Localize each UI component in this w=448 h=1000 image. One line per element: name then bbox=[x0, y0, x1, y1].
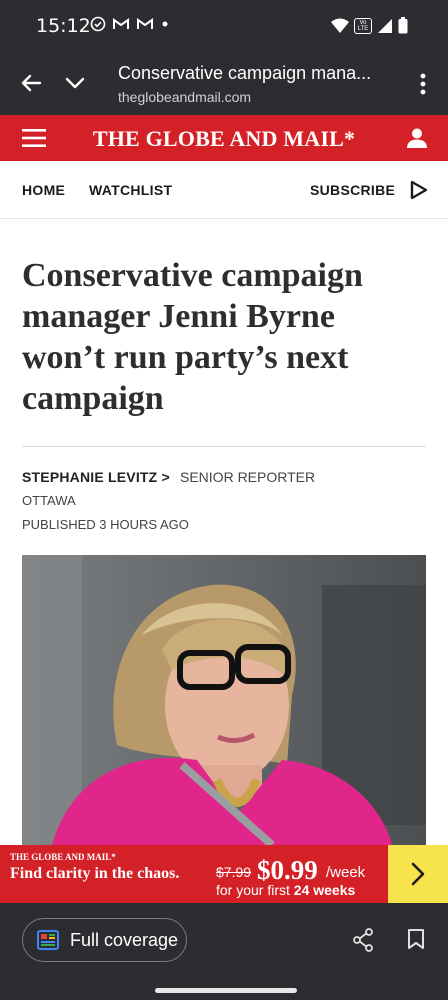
promo-period: /week bbox=[326, 864, 366, 881]
home-indicator[interactable] bbox=[155, 988, 297, 993]
nav-watchlist[interactable]: WATCHLIST bbox=[89, 182, 172, 198]
bottom-bar: Full coverage bbox=[0, 903, 448, 1000]
dot-icon bbox=[162, 21, 168, 27]
chevron-down-icon[interactable] bbox=[62, 70, 88, 96]
promo-brand: THE GLOBE AND MAIL* bbox=[10, 852, 116, 862]
gmail-icon bbox=[113, 18, 129, 29]
system-icons: Vo LTE bbox=[331, 17, 408, 34]
dateline-location: OTTAWA bbox=[22, 493, 76, 508]
promo-continue-button[interactable] bbox=[388, 845, 448, 903]
user-account-icon[interactable] bbox=[406, 127, 428, 149]
article-headline: Conservative campaign manager Jenni Byrn… bbox=[22, 257, 363, 417]
subscription-promo-banner[interactable]: THE GLOBE AND MAIL* Find clarity in the … bbox=[0, 845, 448, 903]
page-domain[interactable]: theglobeandmail.com bbox=[118, 89, 251, 105]
wifi-icon bbox=[331, 18, 349, 33]
nav-home[interactable]: HOME bbox=[22, 182, 65, 198]
browser-toolbar: Conservative campaign mana... theglobean… bbox=[0, 52, 448, 115]
published-time: PUBLISHED 3 HOURS AGO bbox=[22, 517, 189, 532]
more-options-icon[interactable] bbox=[418, 72, 428, 96]
volte-icon: Vo LTE bbox=[354, 17, 372, 34]
masthead-logo[interactable]: THE GLOBE AND MAIL* bbox=[0, 126, 448, 152]
gmail-icon bbox=[137, 18, 153, 29]
article-photo bbox=[22, 555, 426, 845]
signal-icon bbox=[378, 18, 392, 33]
check-circle-icon bbox=[90, 16, 106, 32]
play-audio-icon[interactable] bbox=[410, 180, 428, 200]
site-header: THE GLOBE AND MAIL* bbox=[0, 115, 448, 161]
notification-icons bbox=[90, 16, 170, 32]
battery-icon bbox=[398, 17, 408, 34]
author-role: SENIOR REPORTER bbox=[180, 469, 316, 485]
promo-sub-duration: 24 weeks bbox=[293, 882, 356, 898]
promo-subtext: for your first 24 weeks bbox=[216, 882, 355, 898]
divider bbox=[22, 446, 426, 447]
full-coverage-label: Full coverage bbox=[70, 930, 179, 950]
full-coverage-button[interactable]: Full coverage bbox=[22, 918, 187, 962]
back-arrow-icon[interactable] bbox=[18, 70, 44, 96]
author-chevron-icon: > bbox=[161, 469, 170, 485]
section-nav: HOME WATCHLIST SUBSCRIBE bbox=[0, 161, 448, 219]
share-icon[interactable] bbox=[352, 928, 374, 952]
author-link[interactable]: STEPHANIE LEVITZ > bbox=[22, 469, 170, 485]
promo-sub-prefix: for your first bbox=[216, 882, 290, 898]
bookmark-icon[interactable] bbox=[407, 928, 425, 950]
author-name[interactable]: STEPHANIE LEVITZ bbox=[22, 469, 157, 485]
status-bar: 15:12 Vo LTE bbox=[0, 0, 448, 52]
full-coverage-icon bbox=[37, 930, 59, 950]
status-time: 15:12 bbox=[36, 15, 91, 37]
promo-tagline: Find clarity in the chaos. bbox=[10, 865, 180, 882]
chevron-right-icon bbox=[411, 862, 425, 886]
nav-subscribe[interactable]: SUBSCRIBE bbox=[310, 182, 395, 198]
page-title[interactable]: Conservative campaign mana... bbox=[118, 63, 371, 84]
promo-old-price: $7.99 bbox=[216, 864, 252, 880]
